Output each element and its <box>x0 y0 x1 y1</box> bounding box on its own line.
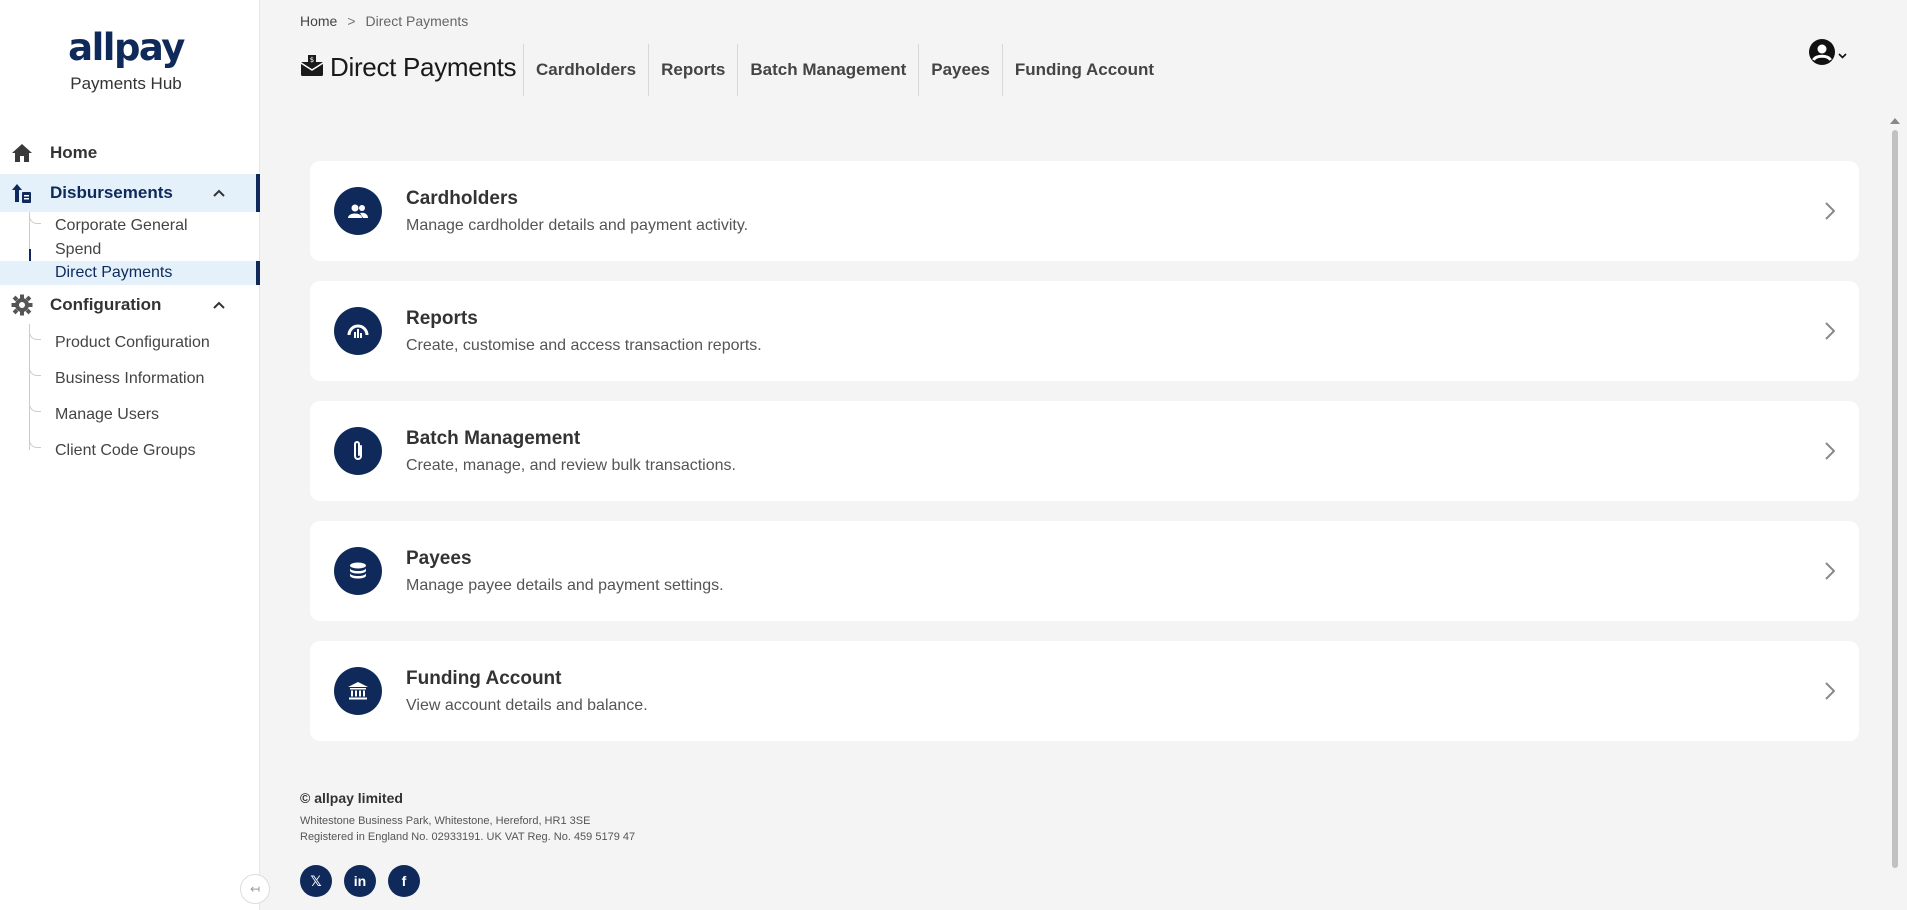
svg-text:$: $ <box>310 56 314 64</box>
social-links: 𝕏 in f <box>300 865 420 897</box>
page-title: Direct Payments <box>330 52 517 82</box>
chevron-right-icon <box>1818 679 1842 703</box>
card-title: Reports <box>406 308 478 329</box>
card-description: Manage payee details and payment setting… <box>406 577 724 594</box>
sidebar-item-disbursements[interactable]: Disbursements <box>0 174 260 212</box>
gear-icon <box>11 294 33 316</box>
tab-reports[interactable]: Reports <box>648 44 737 96</box>
sidebar-item-label: Home <box>50 143 98 162</box>
sidebar-subitem-label: Business Information <box>55 370 205 387</box>
card-payees[interactable]: Payees Manage payee details and payment … <box>310 521 1859 621</box>
user-avatar-icon <box>1808 38 1836 71</box>
sidebar-item-client-code-groups[interactable]: Client Code Groups <box>0 439 260 465</box>
breadcrumb-current: Direct Payments <box>365 13 469 29</box>
sidebar-item-label: Disbursements <box>50 183 173 202</box>
linkedin-icon[interactable]: in <box>344 865 376 897</box>
sidebar-subitem-label: Corporate General Spend <box>55 217 188 258</box>
card-description: View account details and balance. <box>406 697 648 714</box>
upload-document-icon <box>11 182 33 204</box>
card-batch-management[interactable]: Batch Management Create, manage, and rev… <box>310 401 1859 501</box>
page-scrollbar[interactable] <box>1890 118 1900 870</box>
chevron-right-icon <box>1818 319 1842 343</box>
x-icon[interactable]: 𝕏 <box>300 865 332 897</box>
sidebar-subitem-label: Product Configuration <box>55 334 210 351</box>
scroll-up-arrow-icon[interactable] <box>1890 118 1900 124</box>
card-description: Create, manage, and review bulk transact… <box>406 457 736 474</box>
collapse-arrow-icon: ↤ <box>249 882 261 896</box>
home-icon <box>11 142 33 164</box>
money-envelope-icon: $ <box>300 53 324 82</box>
chevron-up-icon[interactable] <box>212 186 226 200</box>
chevron-right-icon <box>1818 199 1842 223</box>
tab-batch-management[interactable]: Batch Management <box>737 44 918 96</box>
footer-registration: Registered in England No. 02933191. UK V… <box>300 831 636 843</box>
sidebar-item-manage-users[interactable]: Manage Users <box>0 403 260 429</box>
footer-address: Whitestone Business Park, Whitestone, He… <box>300 815 591 827</box>
tab-cardholders[interactable]: Cardholders <box>523 44 648 96</box>
brand: allpay Payments Hub <box>0 22 252 94</box>
top-tabs: Cardholders Reports Batch Management Pay… <box>523 44 1166 96</box>
sidebar-item-business-information[interactable]: Business Information <box>0 367 260 393</box>
user-menu-button[interactable] <box>1808 38 1847 71</box>
tab-funding-account[interactable]: Funding Account <box>1001 44 1166 96</box>
breadcrumb: Home > Direct Payments <box>300 13 468 29</box>
chevron-up-icon[interactable] <box>212 298 226 312</box>
sidebar-item-product-configuration[interactable]: Product Configuration <box>0 331 260 357</box>
sidebar-item-label: Configuration <box>50 295 162 314</box>
breadcrumb-home-link[interactable]: Home <box>300 13 337 29</box>
sidebar-subitem-label: Direct Payments <box>55 264 173 281</box>
card-title: Payees <box>406 548 472 569</box>
collapse-sidebar-button[interactable]: ↤ <box>240 874 270 904</box>
footer: © allpay limited Whitestone Business Par… <box>300 790 1850 910</box>
footer-company: © allpay limited <box>300 790 403 806</box>
sidebar-subitem-label: Manage Users <box>55 406 160 423</box>
card-title: Cardholders <box>406 188 518 209</box>
facebook-icon[interactable]: f <box>388 865 420 897</box>
tab-payees[interactable]: Payees <box>918 44 1002 96</box>
card-title: Batch Management <box>406 428 581 449</box>
card-description: Manage cardholder details and payment ac… <box>406 217 749 234</box>
sidebar: allpay Payments Hub Home Disbursements C… <box>0 0 260 910</box>
card-funding-account[interactable]: Funding Account View account details and… <box>310 641 1859 741</box>
breadcrumb-separator: > <box>347 13 356 29</box>
card-description: Create, customise and access transaction… <box>406 337 762 354</box>
paperclip-icon <box>334 427 382 475</box>
card-cardholders[interactable]: Cardholders Manage cardholder details an… <box>310 161 1859 261</box>
card-title: Funding Account <box>406 668 562 689</box>
allpay-logo[interactable]: allpay <box>0 22 252 74</box>
coins-icon <box>334 547 382 595</box>
brand-subtitle: Payments Hub <box>70 74 182 93</box>
scrollbar-thumb[interactable] <box>1892 130 1898 868</box>
sidebar-item-configuration[interactable]: Configuration <box>0 286 260 324</box>
card-reports[interactable]: Reports Create, customise and access tra… <box>310 281 1859 381</box>
sidebar-subitem-label: Client Code Groups <box>55 442 196 459</box>
users-icon <box>334 187 382 235</box>
report-gauge-icon <box>334 307 382 355</box>
bank-icon <box>334 667 382 715</box>
sidebar-item-direct-payments[interactable]: Direct Payments <box>0 261 260 285</box>
page-header: $ Direct Payments <box>300 52 517 83</box>
chevron-down-icon <box>1838 46 1847 64</box>
chevron-right-icon <box>1818 559 1842 583</box>
sidebar-item-home[interactable]: Home <box>0 134 260 172</box>
chevron-right-icon <box>1818 439 1842 463</box>
